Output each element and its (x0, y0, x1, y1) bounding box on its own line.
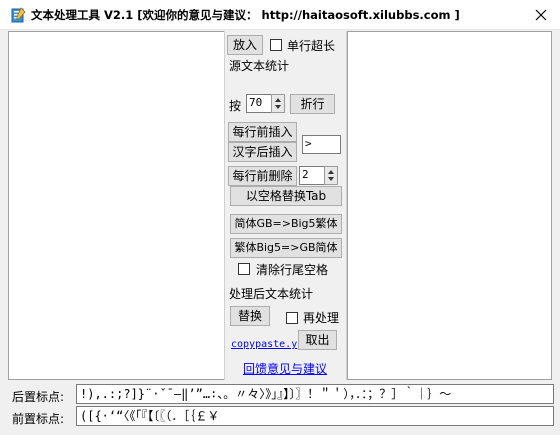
big5-to-gb-button[interactable]: 繁体Big5=>GB简体 (230, 238, 342, 258)
prefix-insert-button[interactable]: 每行前插入 (228, 122, 297, 142)
copypaste-link[interactable]: copypaste.y (231, 339, 297, 350)
window-title: 文本处理工具 V2.1 [欢迎你的意见与建议： http://haitaosof… (31, 8, 460, 22)
gb-to-big5-button[interactable]: 简体GB=>Big5繁体 (230, 214, 342, 234)
insert-text-input[interactable]: > (302, 135, 341, 154)
prefix-punct-label: 前置标点: (12, 412, 65, 426)
delete-prefix-button[interactable]: 每行前删除 (228, 166, 297, 186)
reprocess-label: 再处理 (303, 311, 340, 325)
delete-count-stepper[interactable] (324, 166, 338, 185)
enlarge-button[interactable]: 放入 (227, 35, 263, 55)
trim-trailing-checkbox[interactable] (238, 263, 250, 275)
notepad-icon[interactable] (9, 7, 27, 23)
result-text-area[interactable] (347, 31, 552, 380)
single-line-long-checkbox[interactable] (270, 39, 282, 51)
space-to-tab-button[interactable]: 以空格替换Tab (230, 186, 342, 206)
close-icon[interactable] (532, 6, 550, 24)
wrap-width-stepper[interactable] (271, 94, 285, 113)
source-stats-label: 源文本统计 (229, 59, 290, 73)
suffix-punct-input[interactable]: !),.:;?]}¨·ˇˉ―‖’”…∶、。〃々〉》」』】〕〗！＂＇），．：；？］… (76, 384, 554, 404)
single-line-long-label: 单行超长 (287, 39, 336, 53)
by-label: 按 (229, 99, 242, 113)
wrap-button[interactable]: 折行 (290, 94, 335, 114)
feedback-link[interactable]: 回馈意见与建议 (243, 360, 327, 377)
replace-button[interactable]: 替换 (230, 306, 270, 326)
trim-trailing-label: 清除行尾空格 (256, 263, 329, 277)
control-panel: 放入 单行超长 源文本统计 按 70 折行 每行前插入 汉字后插入 > 每行前删… (224, 31, 347, 380)
reprocess-checkbox[interactable] (286, 312, 298, 324)
processed-stats-label: 处理后文本统计 (229, 287, 314, 301)
after-hanzi-insert-button[interactable]: 汉字后插入 (228, 142, 297, 162)
delete-count-input[interactable]: 2 (299, 166, 326, 185)
suffix-punct-label: 后置标点: (12, 390, 65, 404)
title-bar: 文本处理工具 V2.1 [欢迎你的意见与建议： http://haitaosof… (0, 0, 560, 30)
take-out-button[interactable]: 取出 (298, 330, 337, 350)
source-text-area[interactable] (8, 31, 225, 380)
prefix-punct-input[interactable]: ([{·‘“〈《「『【〔〖（．［｛￡￥ (76, 406, 554, 426)
wrap-width-input[interactable]: 70 (246, 94, 273, 113)
